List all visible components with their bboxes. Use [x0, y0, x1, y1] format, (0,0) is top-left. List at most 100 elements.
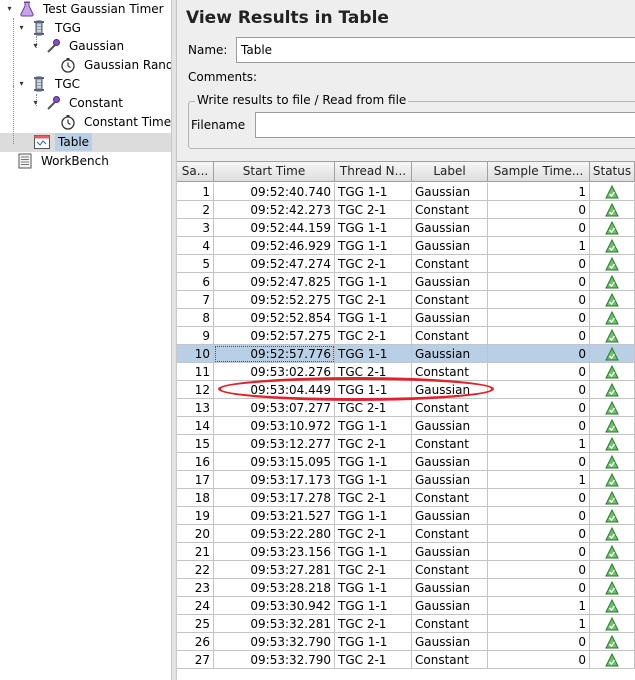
cell-status [590, 417, 635, 435]
table-row[interactable]: 27 09:53:32.790 TGC 2-1 Constant 0 [177, 651, 635, 669]
tree-item-test-plan[interactable]: ▾ Test Gaussian Timer [4, 0, 167, 18]
cell-sample-number: 22 [177, 561, 214, 579]
table-row[interactable]: 25 09:53:32.281 TGC 2-1 Constant 1 [177, 615, 635, 633]
cell-sample-time: 0 [488, 453, 590, 471]
timer-icon [59, 56, 77, 74]
table-row[interactable]: 23 09:53:28.218 TGG 1-1 Gaussian 0 [177, 579, 635, 597]
tree-item-label: Constant [69, 96, 123, 110]
success-triangle-icon [605, 653, 619, 667]
success-triangle-icon [605, 437, 619, 451]
cell-label: Constant [412, 615, 488, 633]
table-row[interactable]: 24 09:53:30.942 TGG 1-1 Gaussian 1 [177, 597, 635, 615]
cell-status [590, 525, 635, 543]
tree-item-constant-timer[interactable]: Constant Timer [50, 113, 171, 131]
table-row[interactable]: 16 09:53:15.095 TGG 1-1 Gaussian 0 [177, 453, 635, 471]
column-header-thread-name[interactable]: Thread N... [335, 162, 412, 182]
expand-icon[interactable]: ▾ [16, 19, 27, 37]
view-results-panel: View Results in Table Name: Table Commen… [177, 0, 635, 680]
tree-item-label: Test Gaussian Timer [43, 2, 164, 16]
cell-status [590, 453, 635, 471]
cell-start-time: 09:52:46.929 [214, 237, 335, 255]
success-triangle-icon [605, 491, 619, 505]
cell-thread-name: TGG 1-1 [335, 417, 412, 435]
expand-icon[interactable]: ▾ [16, 75, 27, 93]
table-row[interactable]: 1 09:52:40.740 TGG 1-1 Gaussian 1 [177, 183, 635, 201]
cell-sample-number: 26 [177, 633, 214, 651]
tree-item-constant[interactable]: ▾ Constant [30, 94, 126, 112]
expand-icon[interactable]: ▾ [30, 37, 41, 55]
test-plan-tree[interactable]: ▾ Test Gaussian Timer ▾ TGG ▾ Gaussian G… [0, 0, 171, 680]
cell-status [590, 489, 635, 507]
cell-status [590, 615, 635, 633]
table-row[interactable]: 12 09:53:04.449 TGG 1-1 Gaussian 0 [177, 381, 635, 399]
table-row[interactable]: 15 09:53:12.277 TGC 2-1 Constant 1 [177, 435, 635, 453]
table-row[interactable]: 5 09:52:47.274 TGC 2-1 Constant 0 [177, 255, 635, 273]
tree-item-table[interactable]: Table [30, 133, 93, 151]
cell-label: Gaussian [412, 633, 488, 651]
column-header-sample-number[interactable]: Sa... [177, 162, 214, 182]
tree-item-workbench[interactable]: WorkBench [16, 152, 112, 170]
cell-start-time: 09:52:52.854 [214, 309, 335, 327]
tree-item-gaussian-timer[interactable]: Gaussian Random Timer [50, 56, 171, 74]
table-row[interactable]: 11 09:53:02.276 TGC 2-1 Constant 0 [177, 363, 635, 381]
success-triangle-icon [605, 545, 619, 559]
success-triangle-icon [605, 509, 619, 523]
filename-label: Filename [191, 118, 246, 132]
cell-start-time: 09:52:44.159 [214, 219, 335, 237]
cell-sample-time: 0 [488, 633, 590, 651]
tree-item-tgc[interactable]: ▾ TGC [16, 75, 83, 93]
cell-status [590, 183, 635, 201]
table-row[interactable]: 19 09:53:21.527 TGG 1-1 Gaussian 0 [177, 507, 635, 525]
table-row[interactable]: 20 09:53:22.280 TGC 2-1 Constant 0 [177, 525, 635, 543]
table-row[interactable]: 2 09:52:42.273 TGC 2-1 Constant 0 [177, 201, 635, 219]
column-header-label[interactable]: Label [412, 162, 488, 182]
cell-thread-name: TGC 2-1 [335, 363, 412, 381]
column-header-start-time[interactable]: Start Time [214, 162, 335, 182]
column-header-sample-time[interactable]: Sample Time... [488, 162, 590, 182]
table-row[interactable]: 9 09:52:57.275 TGC 2-1 Constant 0 [177, 327, 635, 345]
cell-sample-time: 1 [488, 183, 590, 201]
tree-item-tgg[interactable]: ▾ TGG [16, 19, 84, 37]
cell-start-time: 09:53:17.173 [214, 471, 335, 489]
cell-sample-time: 1 [488, 597, 590, 615]
table-row[interactable]: 17 09:53:17.173 TGG 1-1 Gaussian 1 [177, 471, 635, 489]
cell-label: Gaussian [412, 345, 488, 363]
cell-start-time: 09:53:17.278 [214, 489, 335, 507]
table-row[interactable]: 26 09:53:32.790 TGG 1-1 Gaussian 0 [177, 633, 635, 651]
table-row[interactable]: 3 09:52:44.159 TGG 1-1 Gaussian 0 [177, 219, 635, 237]
success-triangle-icon [605, 401, 619, 415]
expand-icon[interactable]: ▾ [30, 94, 41, 112]
table-row[interactable]: 13 09:53:07.277 TGC 2-1 Constant 0 [177, 399, 635, 417]
filename-field[interactable] [255, 112, 635, 138]
tree-connector [13, 86, 14, 144]
cell-label: Constant [412, 561, 488, 579]
name-field[interactable]: Table [236, 37, 635, 63]
cell-label: Constant [412, 327, 488, 345]
cell-sample-time: 0 [488, 579, 590, 597]
column-header-status[interactable]: Status [590, 162, 635, 182]
timer-icon [59, 113, 77, 131]
table-row[interactable]: 10 09:52:57.776 TGG 1-1 Gaussian 0 [177, 345, 635, 363]
table-row[interactable]: 14 09:53:10.972 TGG 1-1 Gaussian 0 [177, 417, 635, 435]
cell-label: Constant [412, 363, 488, 381]
table-row[interactable]: 7 09:52:52.275 TGC 2-1 Constant 0 [177, 291, 635, 309]
table-row[interactable]: 8 09:52:52.854 TGG 1-1 Gaussian 0 [177, 309, 635, 327]
cell-status [590, 435, 635, 453]
table-row[interactable]: 18 09:53:17.278 TGC 2-1 Constant 0 [177, 489, 635, 507]
cell-start-time: 09:52:47.825 [214, 273, 335, 291]
expand-icon[interactable]: ▾ [4, 0, 15, 18]
tree-item-gaussian[interactable]: ▾ Gaussian [30, 37, 127, 55]
cell-status [590, 309, 635, 327]
cell-thread-name: TGG 1-1 [335, 345, 412, 363]
cell-sample-time: 0 [488, 309, 590, 327]
success-triangle-icon [605, 185, 619, 199]
success-triangle-icon [605, 221, 619, 235]
success-triangle-icon [605, 293, 619, 307]
table-row[interactable]: 22 09:53:27.281 TGC 2-1 Constant 0 [177, 561, 635, 579]
cell-label: Gaussian [412, 183, 488, 201]
table-row[interactable]: 6 09:52:47.825 TGG 1-1 Gaussian 0 [177, 273, 635, 291]
table-row[interactable]: 21 09:53:23.156 TGG 1-1 Gaussian 0 [177, 543, 635, 561]
table-row[interactable]: 4 09:52:46.929 TGG 1-1 Gaussian 1 [177, 237, 635, 255]
cell-start-time: 09:53:23.156 [214, 543, 335, 561]
results-table[interactable]: Sa... Start Time Thread N... Label Sampl… [177, 161, 635, 680]
